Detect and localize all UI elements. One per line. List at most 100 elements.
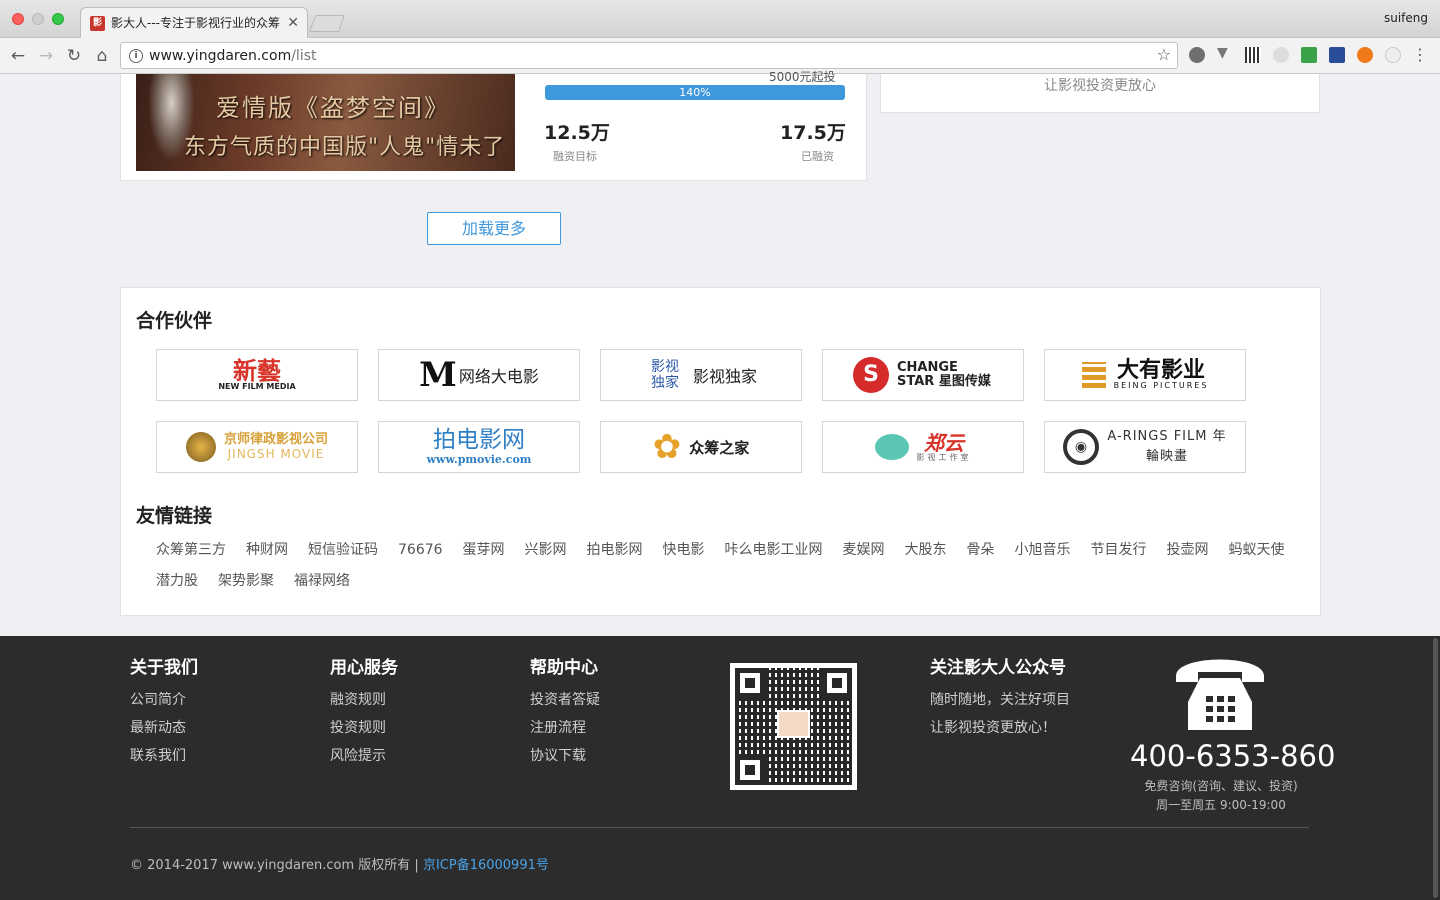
friend-link[interactable]: 骨朵 xyxy=(967,541,995,560)
friend-link[interactable]: 兴影网 xyxy=(525,541,567,560)
extension-infinity-icon[interactable] xyxy=(1357,47,1373,63)
raised-amount: 17.5万 xyxy=(780,122,846,144)
site-footer: 关于我们 公司简介 最新动态 联系我们 用心服务 融资规则 投资规则 风险提示 … xyxy=(0,636,1440,900)
extension-circle-icon[interactable] xyxy=(1385,47,1401,63)
telephone-icon xyxy=(1176,659,1264,730)
footer-heading: 帮助中心 xyxy=(530,658,598,678)
extension-map-icon[interactable] xyxy=(1329,47,1345,63)
footer-service: 用心服务 融资规则 投资规则 风险提示 xyxy=(330,653,398,770)
partner-mark: 大有影业 xyxy=(1116,358,1205,383)
page-scrollbar[interactable] xyxy=(1431,636,1440,900)
friend-link[interactable]: 快电影 xyxy=(663,541,705,560)
partner-logo-changestar[interactable]: S CHANGE STAR 星图传媒 xyxy=(822,349,1024,401)
scrollbar-thumb[interactable] xyxy=(1433,638,1438,898)
footer-wechat: 关注影大人公众号 随时随地，关注好项目 让影视投资更放心！ xyxy=(930,653,1070,742)
footer-link[interactable]: 注册流程 xyxy=(530,714,600,742)
bookmark-star-icon[interactable]: ☆ xyxy=(1157,45,1171,64)
site-info-icon[interactable]: i xyxy=(129,49,143,63)
partner-mark: M xyxy=(419,355,457,395)
partner-text: 影视独家 xyxy=(692,367,757,386)
friend-link[interactable]: 小旭音乐 xyxy=(1015,541,1071,560)
footer-link[interactable]: 公司简介 xyxy=(130,686,198,714)
footer-divider xyxy=(130,827,1309,828)
icp-link[interactable]: 京ICP备16000991号 xyxy=(423,858,549,873)
new-tab-button[interactable] xyxy=(308,15,346,32)
cloud-mascot-icon xyxy=(874,434,909,460)
partner-logo-being[interactable]: 大有影业 BEING PICTURES xyxy=(1044,349,1246,401)
footer-link[interactable]: 最新动态 xyxy=(130,714,198,742)
address-bar[interactable]: i www.yingdaren.com/list ☆ xyxy=(120,42,1178,69)
partners-section: 合作伙伴 新藝 NEW FILM MEDIA M 网络大电影 影视 独家 影视独家… xyxy=(120,287,1321,616)
friend-link[interactable]: 众筹第三方 xyxy=(156,541,226,560)
profile-name[interactable]: suifeng xyxy=(1384,11,1428,25)
footer-link[interactable]: 融资规则 xyxy=(330,686,398,714)
footer-heading: 关注影大人公众号 xyxy=(930,658,1066,678)
extension-vue-icon[interactable]: ▼ xyxy=(1217,45,1233,61)
friend-link[interactable]: 投壶网 xyxy=(1167,541,1209,560)
partner-logo-zhongchou[interactable]: ✿ 众筹之家 xyxy=(600,421,802,473)
poster-headline: 爱情版《盗梦空间》 xyxy=(216,94,450,122)
friend-link[interactable]: 麦娱网 xyxy=(843,541,885,560)
friend-link[interactable]: 种财网 xyxy=(246,541,288,560)
project-poster-image[interactable]: 爱情版《盗梦空间》 东方气质的中国版"人鬼"情未了 xyxy=(136,74,515,171)
friend-links-list: 众筹第三方 种财网 短信验证码 76676 蛋芽网 兴影网 拍电影网 快电影 咔么电影工业网 麦娱… xyxy=(156,541,1306,603)
partner-mark: 新藝 xyxy=(232,357,281,385)
partner-logo-wangluo[interactable]: M 网络大电影 xyxy=(378,349,580,401)
home-icon[interactable]: ⌂ xyxy=(92,46,112,66)
footer-link[interactable]: 风险提示 xyxy=(330,742,398,770)
footer-link[interactable]: 联系我们 xyxy=(130,742,198,770)
friend-link[interactable]: 潜力股 xyxy=(156,572,198,591)
friend-link[interactable]: 咔么电影工业网 xyxy=(725,541,823,560)
partner-logo-yingshi[interactable]: 影视 独家 影视独家 xyxy=(600,349,802,401)
forward-arrow-icon[interactable]: → xyxy=(36,46,56,66)
browser-toolbar: ← → ↻ ⌂ i www.yingdaren.com/list ☆ ▼ ⋮ xyxy=(0,38,1440,74)
partner-mark: 郑云 xyxy=(924,430,964,455)
window-titlebar: 影 影大人---专注于影视行业的众筹 ✕ suifeng xyxy=(0,0,1440,38)
zoom-window-button[interactable] xyxy=(52,13,64,25)
tab-close-icon[interactable]: ✕ xyxy=(287,8,299,38)
extension-beta-icon[interactable] xyxy=(1301,47,1317,63)
friend-link[interactable]: 拍电影网 xyxy=(587,541,643,560)
hotline-hours: 周一至周五 9:00-19:00 xyxy=(1156,798,1286,812)
load-more-button[interactable]: 加载更多 xyxy=(427,212,561,245)
partner-logo-zhengyun[interactable]: 郑云 影视工作室 xyxy=(822,421,1024,473)
footer-about: 关于我们 公司简介 最新动态 联系我们 xyxy=(130,653,198,770)
hotline-number: 400-6353-860 xyxy=(1130,739,1336,773)
footer-link[interactable]: 投资规则 xyxy=(330,714,398,742)
browser-menu-icon[interactable]: ⋮ xyxy=(1412,45,1428,64)
reload-icon[interactable]: ↻ xyxy=(64,46,84,66)
friend-link[interactable]: 大股东 xyxy=(905,541,947,560)
partner-sub: www.pmovie.com xyxy=(426,452,532,466)
partner-mark: S xyxy=(853,357,889,393)
film-reel-icon: ◉ xyxy=(1063,429,1099,465)
partner-logo-arings[interactable]: ◉ A-RINGS FILM 年輪映畫 xyxy=(1044,421,1246,473)
minimize-window-button[interactable] xyxy=(32,13,44,25)
friend-link[interactable]: 节目发行 xyxy=(1091,541,1147,560)
poster-tagline: 东方气质的中国版"人鬼"情未了 xyxy=(184,135,506,160)
flower-icon: ✿ xyxy=(652,427,682,467)
side-card: 让影视投资更放心 xyxy=(880,74,1320,113)
partner-mark-icon: 影视 独家 xyxy=(650,359,679,391)
partner-logo-newfilm[interactable]: 新藝 NEW FILM MEDIA xyxy=(156,349,358,401)
project-card[interactable]: 爱情版《盗梦空间》 东方气质的中国版"人鬼"情未了 5000元起投 140% 1… xyxy=(120,70,867,181)
footer-link[interactable]: 协议下载 xyxy=(530,742,600,770)
friend-link[interactable]: 76676 xyxy=(398,541,443,560)
extension-qrcode-icon[interactable] xyxy=(1245,47,1261,63)
partner-sub: NEW FILM MEDIA xyxy=(218,382,296,391)
back-arrow-icon[interactable]: ← xyxy=(8,46,28,66)
extension-vpn-icon[interactable] xyxy=(1189,47,1205,63)
friend-link[interactable]: 福禄网络 xyxy=(294,572,350,591)
friend-link[interactable]: 架势影聚 xyxy=(218,572,274,591)
partner-sub: BEING PICTURES xyxy=(1113,381,1209,390)
url-text[interactable]: www.yingdaren.com/list xyxy=(149,48,316,64)
partner-logo-pmovie[interactable]: 拍电影网 www.pmovie.com xyxy=(378,421,580,473)
partner-sub: JINGSH MOVIE xyxy=(227,446,325,461)
friend-link[interactable]: 蚂蚁天使 xyxy=(1229,541,1285,560)
browser-tab[interactable]: 影 影大人---专注于影视行业的众筹 ✕ xyxy=(80,7,308,38)
partner-logo-jingsh[interactable]: 京师律政影视公司 JINGSH MOVIE xyxy=(156,421,358,473)
footer-link[interactable]: 投资者答疑 xyxy=(530,686,600,714)
friend-link[interactable]: 短信验证码 xyxy=(308,541,378,560)
close-window-button[interactable] xyxy=(12,13,24,25)
friend-link[interactable]: 蛋芽网 xyxy=(463,541,505,560)
extension-gray-icon[interactable] xyxy=(1273,47,1289,63)
